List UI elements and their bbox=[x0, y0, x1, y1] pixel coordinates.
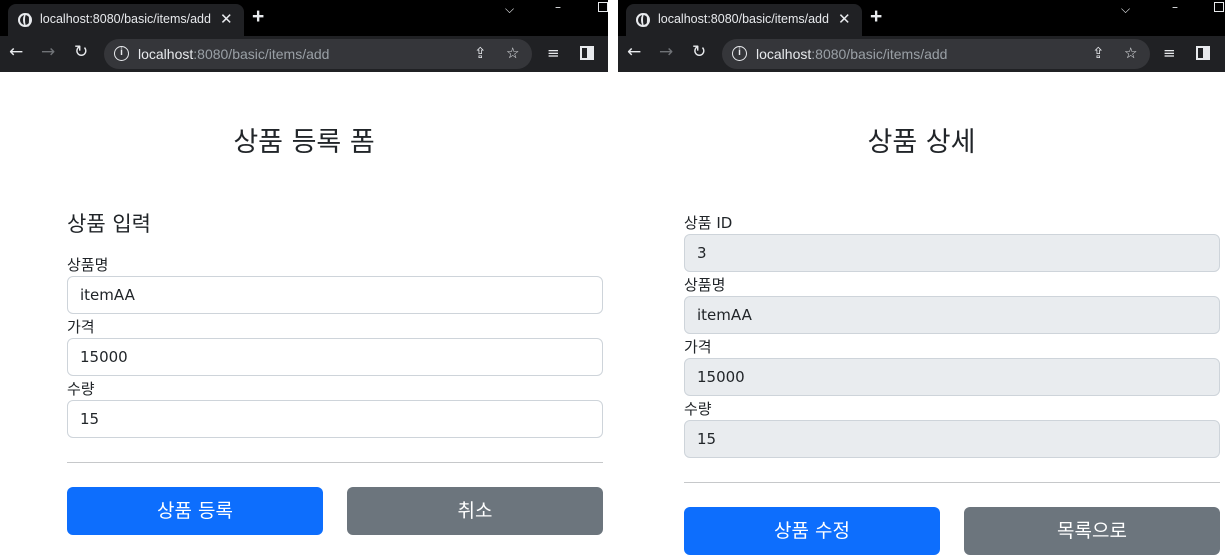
chevron-down-icon[interactable]: ⌵ bbox=[505, 2, 514, 17]
tab-title: localhost:8080/basic/items/add bbox=[40, 12, 211, 26]
minimize-icon[interactable]: – bbox=[555, 0, 561, 14]
item-id-label: 상품 ID bbox=[684, 214, 733, 232]
edit-button[interactable]: 상품 수정 bbox=[684, 507, 940, 555]
forward-icon[interactable]: → bbox=[659, 42, 673, 62]
list-button[interactable]: 목록으로 bbox=[964, 507, 1220, 555]
minimize-icon[interactable]: – bbox=[1172, 0, 1178, 14]
url-host: localhost bbox=[138, 46, 194, 62]
price-label: 가격 bbox=[684, 338, 712, 356]
browser-window-left: localhost:8080/basic/items/add ✕ + ⌵ – ←… bbox=[0, 0, 608, 560]
browser-toolbar: ← → ↻ i localhost:8080/basic/items/add ⇪… bbox=[618, 36, 1225, 72]
tab-title: localhost:8080/basic/items/add bbox=[658, 12, 829, 26]
browser-tab[interactable]: localhost:8080/basic/items/add ✕ bbox=[8, 4, 244, 36]
side-panel-icon[interactable] bbox=[580, 46, 594, 60]
url-host: localhost bbox=[756, 46, 812, 62]
quantity-field: 15 bbox=[684, 420, 1220, 458]
plus-icon[interactable]: + bbox=[252, 5, 264, 29]
window-gap bbox=[608, 0, 618, 560]
page-content: 상품 상세 상품 ID 3 상품명 itemAA 가격 15000 수량 15 … bbox=[618, 72, 1225, 560]
cancel-button[interactable]: 취소 bbox=[347, 487, 603, 535]
item-name-input[interactable]: itemAA bbox=[67, 276, 603, 314]
price-input[interactable]: 15000 bbox=[67, 338, 603, 376]
share-icon[interactable]: ⇪ bbox=[1092, 44, 1105, 62]
item-name-field: itemAA bbox=[684, 296, 1220, 334]
reload-icon[interactable]: ↻ bbox=[74, 42, 88, 62]
globe-icon bbox=[18, 13, 32, 27]
reading-list-icon[interactable]: ≡ bbox=[1163, 44, 1176, 62]
globe-icon bbox=[636, 13, 650, 27]
url-text: localhost:8080/basic/items/add bbox=[756, 46, 947, 62]
browser-tab[interactable]: localhost:8080/basic/items/add ✕ bbox=[626, 4, 862, 36]
price-label: 가격 bbox=[67, 318, 95, 336]
info-icon[interactable]: i bbox=[114, 46, 129, 61]
divider bbox=[67, 462, 603, 463]
star-icon[interactable]: ☆ bbox=[506, 44, 519, 62]
share-icon[interactable]: ⇪ bbox=[474, 44, 487, 62]
info-icon[interactable]: i bbox=[732, 46, 747, 61]
reload-icon[interactable]: ↻ bbox=[692, 42, 706, 62]
tab-bar: localhost:8080/basic/items/add ✕ + ⌵ – bbox=[0, 0, 608, 36]
url-path: :8080/basic/items/add bbox=[193, 46, 330, 62]
address-bar[interactable]: i localhost:8080/basic/items/add ⇪ ☆ bbox=[722, 39, 1150, 69]
submit-button[interactable]: 상품 등록 bbox=[67, 487, 323, 535]
close-icon[interactable]: ✕ bbox=[838, 10, 851, 28]
back-icon[interactable]: ← bbox=[9, 42, 23, 62]
star-icon[interactable]: ☆ bbox=[1124, 44, 1137, 62]
quantity-input[interactable]: 15 bbox=[67, 400, 603, 438]
item-id-field: 3 bbox=[684, 234, 1220, 272]
maximize-icon[interactable] bbox=[1214, 2, 1224, 12]
item-name-label: 상품명 bbox=[67, 256, 109, 274]
forward-icon[interactable]: → bbox=[41, 42, 55, 62]
close-icon[interactable]: ✕ bbox=[220, 10, 233, 28]
side-panel-icon[interactable] bbox=[1196, 46, 1210, 60]
address-bar[interactable]: i localhost:8080/basic/items/add ⇪ ☆ bbox=[104, 39, 532, 69]
maximize-icon[interactable] bbox=[598, 2, 608, 12]
plus-icon[interactable]: + bbox=[870, 5, 882, 29]
page-content: 상품 등록 폼 상품 입력 상품명 itemAA 가격 15000 수량 15 … bbox=[0, 72, 608, 560]
price-field: 15000 bbox=[684, 358, 1220, 396]
back-icon[interactable]: ← bbox=[627, 42, 641, 62]
divider bbox=[684, 482, 1220, 483]
reading-list-icon[interactable]: ≡ bbox=[547, 44, 560, 62]
quantity-label: 수량 bbox=[67, 380, 95, 398]
quantity-label: 수량 bbox=[684, 400, 712, 418]
page-title: 상품 등록 폼 bbox=[233, 127, 375, 158]
tab-bar: localhost:8080/basic/items/add ✕ + ⌵ – bbox=[618, 0, 1225, 36]
browser-toolbar: ← → ↻ i localhost:8080/basic/items/add ⇪… bbox=[0, 36, 608, 72]
item-name-label: 상품명 bbox=[684, 276, 726, 294]
page-title: 상품 상세 bbox=[867, 127, 976, 158]
chevron-down-icon[interactable]: ⌵ bbox=[1121, 2, 1130, 17]
section-title: 상품 입력 bbox=[67, 212, 151, 236]
url-path: :8080/basic/items/add bbox=[811, 46, 948, 62]
browser-window-right: localhost:8080/basic/items/add ✕ + ⌵ – ←… bbox=[618, 0, 1225, 560]
url-text: localhost:8080/basic/items/add bbox=[138, 46, 329, 62]
